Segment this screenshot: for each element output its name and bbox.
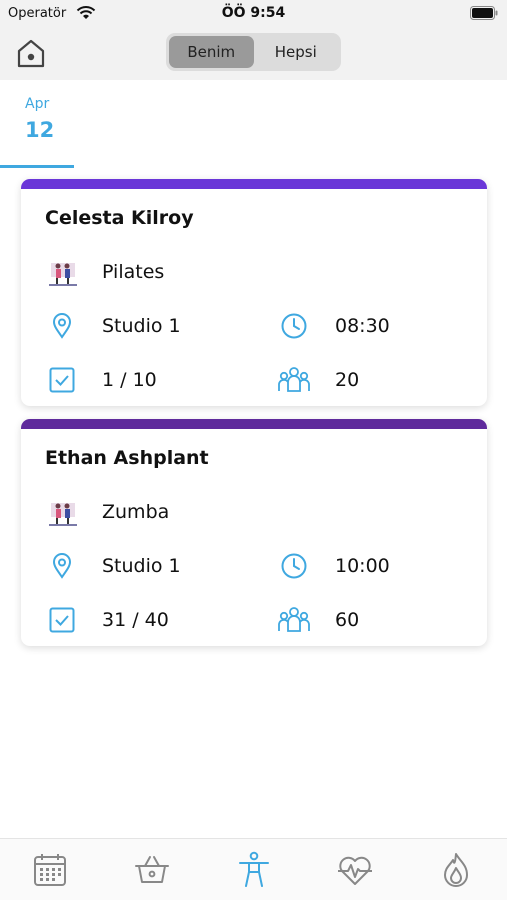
location-text: Studio 1 <box>102 315 181 337</box>
date-day: 12 <box>25 118 55 142</box>
segment-hepsi[interactable]: Hepsi <box>254 36 339 68</box>
group-icon <box>278 607 310 632</box>
session-card[interactable]: Celesta Kilroy Pilates Studio 1 08:30 1 … <box>21 179 487 406</box>
date-tab-indicator <box>0 165 74 168</box>
capacity-count: 60 <box>335 609 360 631</box>
date-month: Apr <box>25 96 50 112</box>
battery-icon <box>470 6 498 20</box>
instructor-name: Celesta Kilroy <box>45 207 194 229</box>
capacity-count: 20 <box>335 369 360 391</box>
booked-count: 31 / 40 <box>102 609 169 631</box>
basket-icon[interactable] <box>132 851 172 889</box>
checkbox-icon <box>49 367 75 393</box>
person-icon[interactable] <box>234 851 274 889</box>
segmented-control: Benim Hepsi <box>166 33 341 71</box>
class-thumbnail-icon <box>47 257 79 289</box>
date-tab[interactable]: Apr 12 <box>0 90 76 168</box>
clock-icon <box>281 313 307 339</box>
group-icon <box>278 367 310 392</box>
card-accent-bar <box>21 179 487 189</box>
card-accent-bar <box>21 419 487 429</box>
class-name: Zumba <box>102 501 170 523</box>
calendar-icon[interactable] <box>30 851 70 889</box>
flame-icon[interactable] <box>436 851 476 889</box>
status-time: ÖÖ 9:54 <box>221 5 286 21</box>
session-card[interactable]: Ethan Ashplant Zumba Studio 1 10:00 31 /… <box>21 419 487 646</box>
status-bar: Operatör ÖÖ 9:54 <box>0 0 507 28</box>
location-pin-icon <box>52 313 72 339</box>
booked-count: 1 / 10 <box>102 369 157 391</box>
class-name: Pilates <box>102 261 165 283</box>
time-text: 10:00 <box>335 555 390 577</box>
checkbox-icon <box>49 607 75 633</box>
time-text: 08:30 <box>335 315 390 337</box>
location-text: Studio 1 <box>102 555 181 577</box>
heart-pulse-icon[interactable] <box>335 851 375 889</box>
tab-bar <box>0 838 507 900</box>
segment-benim[interactable]: Benim <box>169 36 254 68</box>
clock-icon <box>281 553 307 579</box>
home-icon[interactable] <box>14 36 48 70</box>
instructor-name: Ethan Ashplant <box>45 447 209 469</box>
location-pin-icon <box>52 553 72 579</box>
class-thumbnail-icon <box>47 497 79 529</box>
header: Benim Hepsi <box>0 28 507 80</box>
